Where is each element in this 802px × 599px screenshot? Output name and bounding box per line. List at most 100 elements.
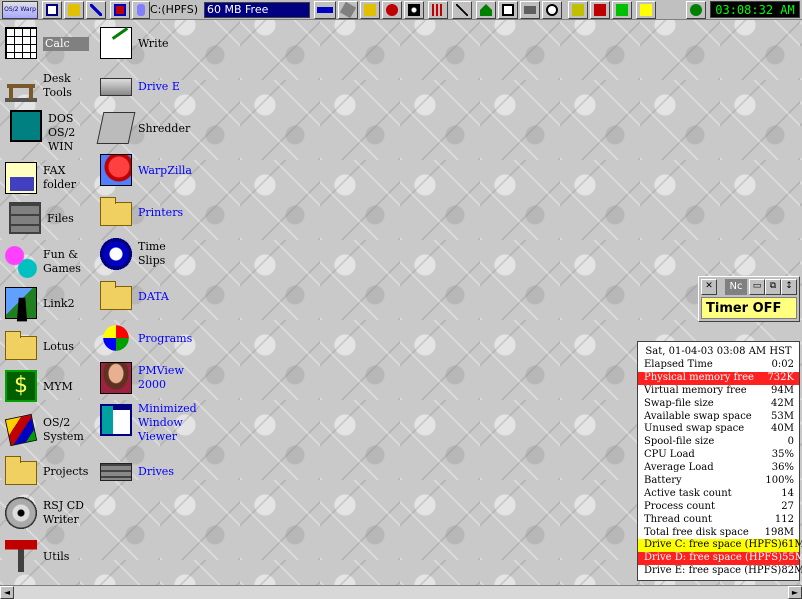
sysmon-row-label: Virtual memory free bbox=[644, 384, 747, 396]
rsj-cd-writer-label: RSJ CD Writer bbox=[43, 499, 84, 526]
sysmon-row-value: 112 bbox=[774, 513, 794, 525]
window-list-button[interactable] bbox=[42, 1, 62, 19]
sysmon-datetime: Sat, 01-04-03 03:08 AM HST bbox=[645, 346, 792, 357]
sysmon-row: Active task count 14 bbox=[638, 488, 799, 501]
link2-object[interactable]: Link2 bbox=[5, 287, 75, 319]
dragon-icon bbox=[100, 154, 132, 186]
home-icon bbox=[480, 4, 492, 16]
clock-button[interactable] bbox=[542, 1, 562, 19]
printer-button[interactable] bbox=[520, 1, 540, 19]
folder-button[interactable] bbox=[360, 1, 380, 19]
sysmon-row-label: Drive E: free space (HPFS) bbox=[644, 565, 782, 577]
mym-object[interactable]: $ MYM bbox=[5, 370, 73, 402]
lotus-object[interactable]: Lotus bbox=[5, 330, 74, 360]
home-button[interactable] bbox=[476, 1, 496, 19]
sysmon-row-label: Drive C: free space (HPFS) bbox=[644, 539, 782, 551]
dos-os2-win-object[interactable]: DOS OS/2 WIN bbox=[5, 110, 75, 154]
folder-icon bbox=[5, 456, 37, 485]
network-button[interactable] bbox=[428, 1, 448, 19]
programs-object[interactable]: Programs bbox=[100, 322, 192, 354]
programs-icon bbox=[103, 325, 129, 351]
cd-button[interactable] bbox=[382, 1, 402, 19]
projects-label: Projects bbox=[43, 465, 89, 478]
sysmon-row: Total free disk space 198M bbox=[638, 527, 799, 540]
drives-icon bbox=[100, 463, 132, 481]
portrait-icon bbox=[100, 362, 132, 394]
printers-object[interactable]: Printers bbox=[100, 196, 183, 226]
sysmon-row-label: Process count bbox=[644, 500, 716, 512]
calc-object[interactable]: Calc bbox=[5, 27, 89, 59]
drive-e-object[interactable]: Drive E bbox=[100, 70, 180, 96]
sysmon-row-value: 55M bbox=[782, 552, 802, 564]
desk-icon bbox=[5, 70, 37, 102]
files-object[interactable]: Files bbox=[5, 202, 74, 234]
drive-label: C:(HPFS) bbox=[150, 3, 198, 16]
help-icon bbox=[616, 4, 628, 16]
desk-tools-object[interactable]: Desk Tools bbox=[5, 70, 72, 102]
disk-button[interactable] bbox=[338, 1, 358, 19]
window-icon bbox=[100, 404, 132, 436]
memory-button[interactable] bbox=[314, 1, 336, 19]
os2-system-object[interactable]: OS/2 System bbox=[4, 413, 84, 447]
timer-restore-button[interactable]: ⧉ bbox=[765, 279, 781, 295]
fax-folder-label: FAX folder bbox=[43, 164, 77, 191]
arrow-left-icon: ◄ bbox=[3, 588, 11, 597]
fun-games-object[interactable]: Fun & Games bbox=[5, 246, 81, 278]
os2-system-icon bbox=[4, 413, 38, 447]
drives-object[interactable]: Drives bbox=[100, 455, 174, 481]
edit-button[interactable] bbox=[452, 1, 472, 19]
timer-spin-button[interactable]: ↕ bbox=[781, 279, 797, 295]
details-button[interactable] bbox=[686, 1, 706, 19]
desktop-horizontal-scrollbar[interactable]: ◄ ► bbox=[0, 585, 802, 599]
clock-display: 03:08:32 AM bbox=[710, 1, 800, 18]
sysmon-row-label: Available swap space bbox=[644, 410, 752, 422]
time-slips-object[interactable]: Time Slips bbox=[100, 238, 166, 270]
sysmon-row: Average Load 36% bbox=[638, 462, 799, 475]
os2-logo-button[interactable]: OS/2 Warp bbox=[2, 1, 38, 19]
printers-folder-icon bbox=[100, 197, 132, 226]
monitor-button[interactable] bbox=[498, 1, 518, 19]
os2-system-label: OS/2 System bbox=[43, 416, 84, 443]
projects-object[interactable]: Projects bbox=[5, 455, 89, 485]
data-object[interactable]: DATA bbox=[100, 280, 169, 310]
fax-folder-object[interactable]: FAX folder bbox=[5, 162, 76, 194]
shredder-object[interactable]: Shredder bbox=[96, 112, 190, 144]
write-object[interactable]: Write bbox=[100, 27, 169, 59]
spreadsheet-icon bbox=[5, 27, 37, 59]
shutdown-button[interactable] bbox=[110, 1, 130, 19]
road-icon bbox=[5, 287, 37, 319]
sysmon-row-value: 40M bbox=[771, 423, 794, 435]
sysmon-row-value: 732K bbox=[767, 371, 794, 383]
sysmon-row: Drive C: free space (HPFS) 61M bbox=[638, 539, 802, 553]
lock-button[interactable] bbox=[64, 1, 84, 19]
shutdown-icon bbox=[114, 4, 126, 16]
sysmon-row: Unused swap space 40M bbox=[638, 423, 799, 436]
network-icon bbox=[432, 4, 444, 16]
system-button[interactable] bbox=[590, 1, 610, 19]
rsj-cd-writer-object[interactable]: RSJ CD Writer bbox=[5, 497, 84, 529]
timer-display[interactable]: Timer OFF bbox=[701, 297, 797, 319]
warpzilla-object[interactable]: WarpZilla bbox=[100, 154, 192, 186]
minimized-window-viewer-object[interactable]: Minimized Window Viewer bbox=[100, 402, 197, 444]
info-button[interactable] bbox=[636, 1, 656, 19]
help-button[interactable] bbox=[612, 1, 632, 19]
write-label: Write bbox=[138, 37, 169, 50]
scroll-right-button[interactable]: ► bbox=[788, 586, 802, 599]
info-icon bbox=[640, 4, 652, 16]
scroll-left-button[interactable]: ◄ bbox=[0, 586, 14, 599]
utils-object[interactable]: Utils bbox=[5, 540, 69, 572]
program-button[interactable] bbox=[568, 1, 588, 19]
sysmon-row-label: Active task count bbox=[644, 487, 732, 499]
find-button[interactable] bbox=[86, 1, 106, 19]
settings-button[interactable] bbox=[404, 1, 424, 19]
sysmon-row: Drive E: free space (HPFS) 82M bbox=[638, 565, 802, 578]
timer-menu-button[interactable]: ✕ bbox=[701, 279, 717, 295]
timer-minimize-button[interactable]: ▭ bbox=[749, 279, 765, 295]
sysmon-row: Process count 27 bbox=[638, 501, 799, 514]
window-list-icon bbox=[46, 4, 58, 16]
sysmon-row: Battery 100% bbox=[638, 475, 799, 488]
sysmon-row-label: CPU Load bbox=[644, 449, 695, 461]
pmview-object[interactable]: PMView 2000 bbox=[100, 362, 184, 394]
sysmon-row: Spool-file size 0 bbox=[638, 436, 799, 449]
drive-button[interactable] bbox=[132, 1, 150, 19]
